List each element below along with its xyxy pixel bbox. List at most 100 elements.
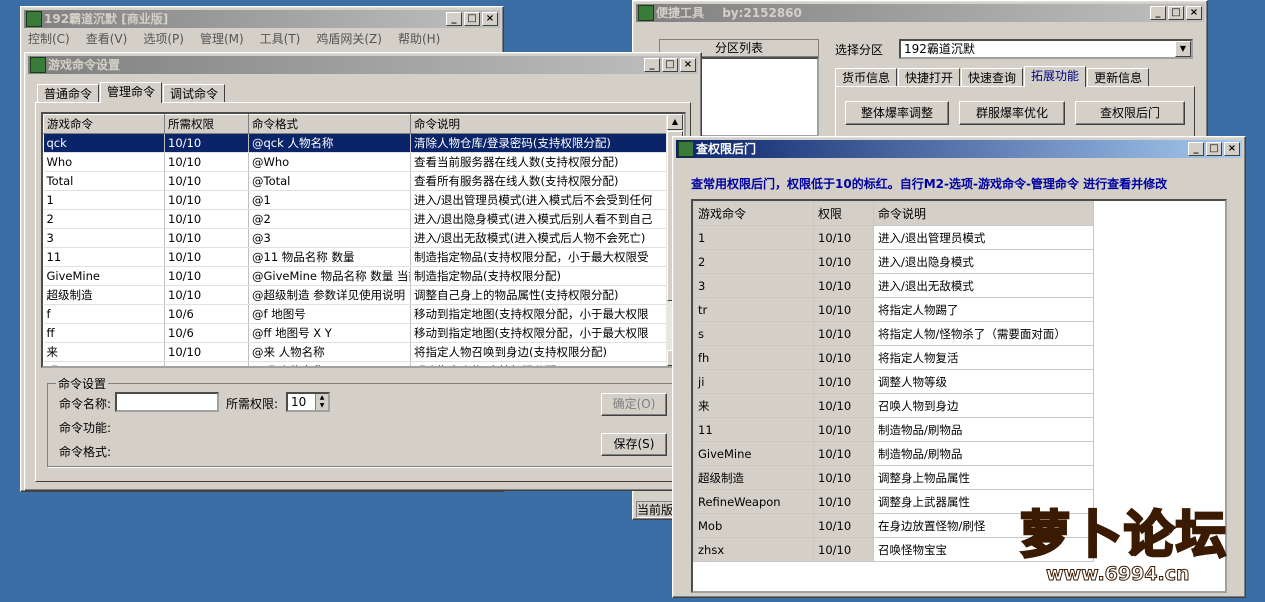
table-cell: 10/6 xyxy=(164,304,249,324)
table-cell: 10/6 xyxy=(164,323,249,343)
table-row[interactable]: f 10/6 @f 地图号 移动到指定地图(支持权限分配，小于最大权限 xyxy=(43,304,667,324)
table-cell: 制造物品/刷物品 xyxy=(873,441,1094,466)
table-row[interactable]: 2 10/10 @2 进入/退出隐身模式(进入模式后别人看不到自己 xyxy=(43,209,667,229)
menu-help[interactable]: 帮助(H) xyxy=(398,30,440,48)
menu-control[interactable]: 控制(C) xyxy=(28,30,70,48)
table-row[interactable]: fh 10/10 将指定人物复活 xyxy=(693,345,1094,370)
table-row[interactable]: GiveMine 10/10 @GiveMine 物品名称 数量 当前 制造指定物品(… xyxy=(43,266,667,286)
menu-options[interactable]: 选项(P) xyxy=(143,30,184,48)
table-row[interactable]: 超级制造 10/10 @超级制造 参数详见使用说明 调整自己身上的物品属性(支持权限分… xyxy=(43,285,667,305)
minimize-button[interactable]: _ xyxy=(1188,142,1204,156)
table-cell: 3 xyxy=(43,228,165,248)
menu-view[interactable]: 查看(V) xyxy=(86,30,128,48)
table-cell: 11 xyxy=(693,417,814,442)
table-row[interactable]: 来 10/10 @来 人物名称 将指定人物召唤到身边(支持权限分配) xyxy=(43,342,667,362)
table-cell: 10/10 xyxy=(164,285,249,305)
column-header[interactable]: 命令说明 xyxy=(873,201,1094,226)
table-row[interactable]: 1 10/10 @1 进入/退出管理员模式(进入模式后不会受到任何 xyxy=(43,190,667,210)
table-row[interactable]: 2 10/10 进入/退出隐身模式 xyxy=(693,249,1094,274)
partition-select-value: 192霸道沉默 xyxy=(904,42,975,56)
minimize-button[interactable]: _ xyxy=(446,12,462,26)
main-window-title: 192霸道沉默 [商业版] xyxy=(44,12,169,26)
save-button[interactable]: 保存(S) xyxy=(601,433,667,456)
table-row[interactable]: 明10/10@明 人物名称明确指定人物(支持权限分配) xyxy=(43,361,667,366)
table-row[interactable]: 来 10/10 召唤人物到身边 xyxy=(693,393,1094,418)
table-cell: 制造指定物品(支持权限分配，小于最大权限受 xyxy=(410,247,667,267)
permission-value: 10 xyxy=(291,395,307,409)
chevron-down-icon[interactable]: ▼ xyxy=(1175,41,1191,57)
maximize-button[interactable]: □ xyxy=(662,58,678,72)
table-row[interactable]: tr 10/10 将指定人物踢了 xyxy=(693,297,1094,322)
command-name-input[interactable] xyxy=(115,392,219,412)
table-cell: 移动到指定地图(支持权限分配，小于最大权限 xyxy=(410,304,667,324)
table-row[interactable]: ff 10/6 @ff 地图号 X Y 移动到指定地图(支持权限分配，小于最大权限 xyxy=(43,323,667,343)
tab-updates[interactable]: 更新信息 xyxy=(1087,68,1150,86)
tab-quick-open[interactable]: 快捷打开 xyxy=(898,68,961,86)
table-row[interactable]: Who 10/10 @Who 查看当前服务器在线人数(支持权限分配) xyxy=(43,152,667,172)
close-button[interactable]: × xyxy=(1186,6,1202,20)
table-row[interactable]: Total 10/10 @Total 查看所有服务器在线人数(支持权限分配) xyxy=(43,171,667,191)
menu-gateway[interactable]: 鸡盾网关(Z) xyxy=(316,30,382,48)
permission-spinner[interactable]: 10 ▲ ▼ xyxy=(286,392,330,412)
column-header[interactable]: 游戏命令 xyxy=(43,114,165,134)
check-backdoor-button[interactable]: 查权限后门 xyxy=(1075,101,1185,125)
spinner-arrows-icon[interactable]: ▲ ▼ xyxy=(315,394,328,410)
command-settings-group: 命令设置 xyxy=(47,375,679,467)
tab-extensions[interactable]: 拓展功能 xyxy=(1024,66,1087,87)
backdoor-titlebar[interactable]: 查权限后门 _ □ × xyxy=(676,140,1242,158)
command-settings-titlebar[interactable]: 游戏命令设置 _ □ × xyxy=(28,56,698,74)
tab-normal-commands[interactable]: 普通命令 xyxy=(37,84,100,102)
table-row[interactable]: ji 10/10 调整人物等级 xyxy=(693,369,1094,394)
table-row[interactable]: 3 10/10 @3 进入/退出无敌模式(进入模式后人物不会死亡) xyxy=(43,228,667,248)
group-droprate-button[interactable]: 群服爆率优化 xyxy=(959,101,1065,125)
close-button[interactable]: × xyxy=(482,12,498,26)
partition-select[interactable]: 192霸道沉默 ▼ xyxy=(899,39,1193,59)
tab-admin-commands[interactable]: 管理命令 xyxy=(100,82,163,103)
table-cell: 制造物品/刷物品 xyxy=(873,417,1094,442)
quick-tools-titlebar[interactable]: 便捷工具 by:2152860 _ □ × xyxy=(636,4,1204,22)
table-row[interactable]: 1 10/10 进入/退出管理员模式 xyxy=(693,225,1094,250)
tab-quick-query[interactable]: 快速查询 xyxy=(961,68,1024,86)
table-row[interactable]: 3 10/10 进入/退出无敌模式 xyxy=(693,273,1094,298)
table-cell: 来 xyxy=(693,393,814,418)
command-function-label: 命令功能: xyxy=(59,421,112,435)
minimize-button[interactable]: _ xyxy=(1150,6,1166,20)
main-window-titlebar[interactable]: 192霸道沉默 [商业版] _ □ × xyxy=(24,10,500,28)
column-header[interactable]: 权限 xyxy=(813,201,874,226)
app-icon xyxy=(638,5,654,21)
table-cell: @2 xyxy=(248,209,411,229)
tab-debug-commands[interactable]: 调试命令 xyxy=(163,84,226,102)
close-button[interactable]: × xyxy=(1224,142,1240,156)
close-button[interactable]: × xyxy=(680,58,696,72)
command-tabs: 普通命令 管理命令 调试命令 xyxy=(37,81,226,103)
tab-currency[interactable]: 货币信息 xyxy=(835,68,898,86)
app-icon xyxy=(678,141,694,157)
maximize-button[interactable]: □ xyxy=(1168,6,1184,20)
command-settings-legend: 命令设置 xyxy=(58,377,107,391)
minimize-button[interactable]: _ xyxy=(644,58,660,72)
maximize-button[interactable]: □ xyxy=(464,12,480,26)
table-row[interactable]: 11 10/10 制造物品/刷物品 xyxy=(693,417,1094,442)
menu-manage[interactable]: 管理(M) xyxy=(200,30,244,48)
table-row[interactable]: GiveMine 10/10 制造物品/刷物品 xyxy=(693,441,1094,466)
maximize-button[interactable]: □ xyxy=(1206,142,1222,156)
table-row[interactable]: 超级制造 10/10 调整身上物品属性 xyxy=(693,465,1094,490)
column-header[interactable]: 命令格式 xyxy=(248,114,411,134)
column-header[interactable]: 命令说明 xyxy=(410,114,667,134)
menu-tools[interactable]: 工具(T) xyxy=(260,30,301,48)
table-cell: 明确指定人物(支持权限分配) xyxy=(410,361,667,366)
overall-droprate-button[interactable]: 整体爆率调整 xyxy=(845,101,949,125)
table-cell: 11 xyxy=(43,247,165,267)
table-row[interactable]: qck 10/10 @qck 人物名称 清除人物仓库/登录密码(支持权限分配) xyxy=(43,133,667,153)
column-header[interactable]: 所需权限 xyxy=(164,114,249,134)
ok-button[interactable]: 确定(O) xyxy=(601,393,667,416)
table-cell: 10/10 xyxy=(813,297,874,322)
command-format-label: 命令格式: xyxy=(59,445,112,459)
watermark-logo-text: 萝卜论坛 xyxy=(1019,505,1228,566)
command-settings-title: 游戏命令设置 xyxy=(48,58,121,72)
table-row[interactable]: s 10/10 将指定人物/怪物杀了（需要面对面） xyxy=(693,321,1094,346)
column-header[interactable]: 游戏命令 xyxy=(693,201,814,226)
table-cell: 2 xyxy=(693,249,814,274)
scroll-up-icon[interactable]: ▲ xyxy=(667,114,683,130)
table-row[interactable]: 11 10/10 @11 物品名称 数量 制造指定物品(支持权限分配，小于最大权限受 xyxy=(43,247,667,267)
